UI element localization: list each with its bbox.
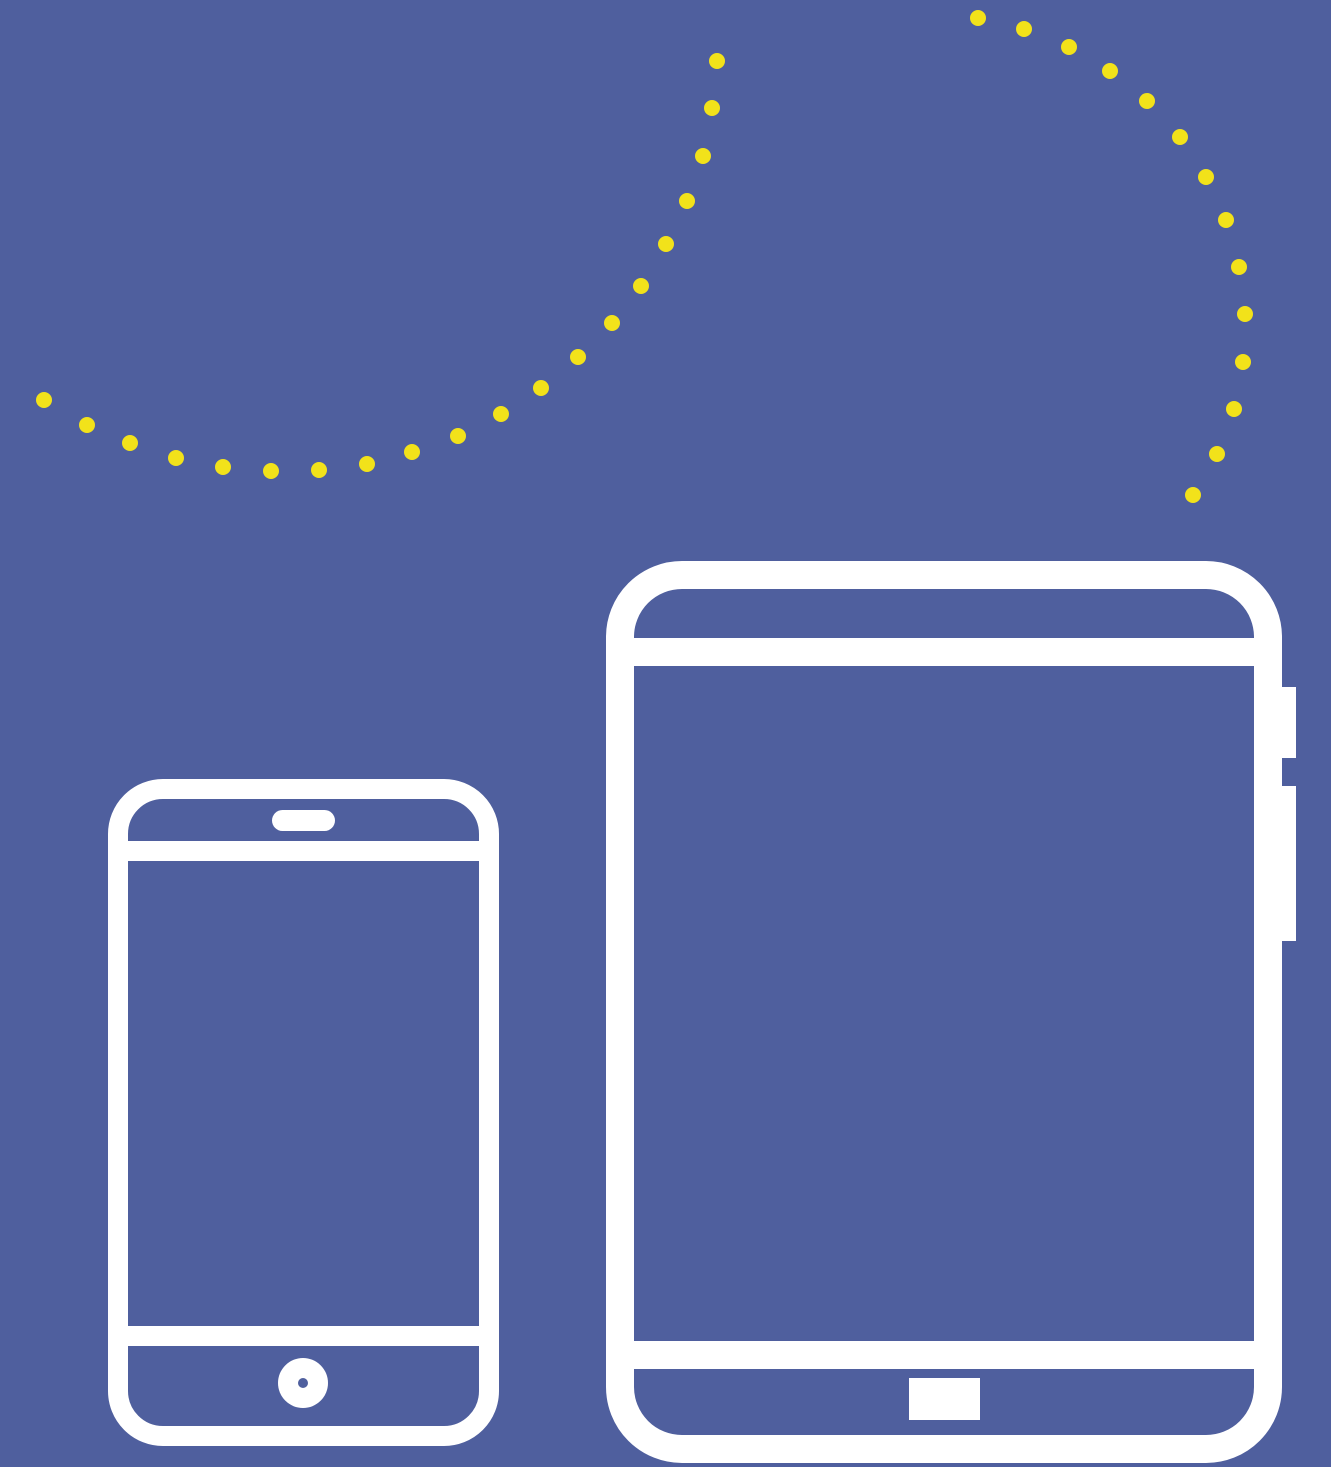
tablet-home-button <box>909 1378 980 1420</box>
path-dot <box>604 315 620 331</box>
path-dot <box>168 450 184 466</box>
path-dot <box>709 53 725 69</box>
path-dot <box>704 100 720 116</box>
phone-speaker <box>272 810 335 831</box>
path-dot <box>1231 259 1247 275</box>
path-dot <box>679 193 695 209</box>
path-dot <box>1061 39 1077 55</box>
path-dot <box>633 278 649 294</box>
path-dot <box>695 148 711 164</box>
path-dot <box>493 406 509 422</box>
path-dot <box>36 392 52 408</box>
illustration-canvas <box>0 0 1331 1467</box>
path-dot <box>1218 212 1234 228</box>
path-dot <box>1209 446 1225 462</box>
path-dot <box>263 463 279 479</box>
path-dot <box>215 459 231 475</box>
path-dot <box>1016 21 1032 37</box>
path-dot <box>404 444 420 460</box>
path-dot <box>359 456 375 472</box>
path-dot <box>79 417 95 433</box>
path-dot <box>658 236 674 252</box>
tablet-side-button-top <box>1280 687 1296 758</box>
tablet-side-button-bottom <box>1280 786 1296 941</box>
path-dot <box>533 380 549 396</box>
path-dot <box>570 349 586 365</box>
background <box>0 0 1331 1467</box>
path-dot <box>1198 169 1214 185</box>
phone-home-button-center <box>298 1378 308 1388</box>
path-dot <box>122 435 138 451</box>
path-dot <box>1226 401 1242 417</box>
path-dot <box>1139 93 1155 109</box>
path-dot <box>1235 354 1251 370</box>
path-dot <box>1102 63 1118 79</box>
path-dot <box>450 428 466 444</box>
path-dot <box>1185 487 1201 503</box>
path-dot <box>311 462 327 478</box>
path-dot <box>1237 306 1253 322</box>
path-dot <box>1172 129 1188 145</box>
path-dot <box>970 10 986 26</box>
